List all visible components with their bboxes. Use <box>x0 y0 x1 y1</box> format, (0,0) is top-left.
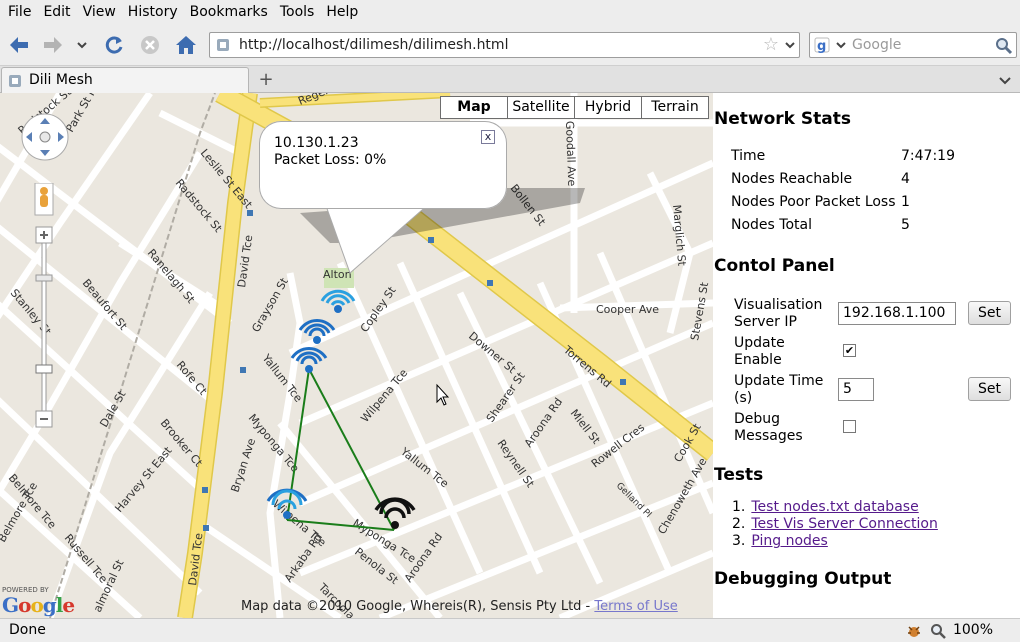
debugging-output-heading: Debugging Output <box>714 569 892 589</box>
tab-dili-mesh[interactable]: Dili Mesh <box>1 67 249 93</box>
stat-label-total: Nodes Total <box>731 217 812 233</box>
svg-text:g: g <box>817 39 826 54</box>
node-marker-5[interactable] <box>374 497 416 529</box>
test-item: 2. Test Vis Server Connection <box>732 516 938 532</box>
history-dropdown-button[interactable] <box>72 32 92 58</box>
search-bar[interactable]: g Google <box>809 32 1017 58</box>
search-icon[interactable] <box>995 37 1013 55</box>
zoom-magnifier-icon[interactable] <box>930 623 946 639</box>
menu-file[interactable]: File <box>2 0 37 24</box>
set-ip-button[interactable]: Set <box>968 301 1011 325</box>
update-enable-label: Update Enable <box>734 335 785 368</box>
zoom-level: 100% <box>952 622 993 638</box>
stat-value-reachable: 4 <box>901 171 910 187</box>
search-input[interactable]: Google <box>852 37 901 53</box>
bookmark-star-icon[interactable]: ☆ <box>763 34 779 55</box>
menu-bookmarks[interactable]: Bookmarks <box>184 0 274 24</box>
url-text: http://localhost/dilimesh/dilimesh.html <box>239 37 509 53</box>
node-marker-3[interactable] <box>290 347 328 373</box>
navigation-toolbar: http://localhost/dilimesh/dilimesh.html … <box>0 24 1020 66</box>
node-marker-2[interactable] <box>298 319 336 344</box>
stat-label-time: Time <box>731 148 766 164</box>
menu-bar: File Edit View History Bookmarks Tools H… <box>0 0 1020 24</box>
url-bar[interactable]: http://localhost/dilimesh/dilimesh.html … <box>209 32 800 58</box>
update-enable-checkbox[interactable]: ✔ <box>843 344 856 357</box>
test-item: 1. Test nodes.txt database <box>732 499 919 515</box>
tests-heading: Tests <box>714 465 764 485</box>
status-text: Done <box>9 622 46 638</box>
test-nodes-db-link[interactable]: Test nodes.txt database <box>751 499 918 515</box>
new-tab-button[interactable]: + <box>256 70 276 90</box>
site-identity-icon <box>217 39 229 51</box>
menu-help[interactable]: Help <box>320 0 364 24</box>
map-view[interactable]: Radstock St Park St North Leslie St East… <box>0 93 713 618</box>
close-icon[interactable]: x <box>481 130 495 144</box>
page-favicon-icon <box>9 75 21 87</box>
mesh-link <box>286 519 395 531</box>
vis-server-ip-input[interactable]: 192.168.1.100 <box>838 302 956 325</box>
stop-button[interactable] <box>137 32 163 58</box>
chevron-down-icon <box>77 42 87 49</box>
node-info-window: 10.130.1.23 Packet Loss: 0% x <box>259 121 507 209</box>
status-bar: Done 100% <box>0 618 1020 642</box>
url-dropdown-icon[interactable] <box>784 39 796 51</box>
stat-value-time: 7:47:19 <box>901 148 955 164</box>
reload-button[interactable] <box>101 32 127 58</box>
set-update-time-button[interactable]: Set <box>968 377 1011 401</box>
forward-arrow-icon <box>44 37 62 53</box>
control-panel-heading: Contol Panel <box>714 256 835 276</box>
update-time-label: Update Time (s) <box>734 373 824 406</box>
debug-messages-checkbox[interactable] <box>843 420 856 433</box>
stat-label-poor: Nodes Poor Packet Loss <box>731 194 896 210</box>
info-node-ip: 10.130.1.23 <box>274 135 359 151</box>
tab-strip: Dili Mesh + <box>0 66 1020 93</box>
info-packet-loss: Packet Loss: 0% <box>274 152 387 168</box>
menu-view[interactable]: View <box>77 0 122 24</box>
side-panel: Network Stats Time 7:47:19 Nodes Reachab… <box>713 93 1020 618</box>
mouse-cursor-icon <box>436 383 450 406</box>
copyright-text: Map data ©2010 Google, Whereis(R), Sensi… <box>241 599 595 614</box>
forward-button[interactable] <box>40 32 66 58</box>
stat-value-poor: 1 <box>901 194 910 210</box>
terms-of-use-link[interactable]: Terms of Use <box>594 599 677 614</box>
tab-list-chevron-icon[interactable] <box>998 73 1012 87</box>
menu-tools[interactable]: Tools <box>274 0 321 24</box>
map-copyright: Map data ©2010 Google, Whereis(R), Sensi… <box>241 599 678 614</box>
home-button[interactable] <box>173 32 199 58</box>
node-marker-4[interactable] <box>266 488 308 519</box>
stat-label-reachable: Nodes Reachable <box>731 171 853 187</box>
menu-history[interactable]: History <box>122 0 184 24</box>
menu-edit[interactable]: Edit <box>37 0 76 24</box>
search-engine-icon[interactable]: g <box>813 36 849 54</box>
reload-icon <box>105 36 123 54</box>
home-icon <box>176 36 196 54</box>
ping-nodes-link[interactable]: Ping nodes <box>751 533 827 549</box>
stop-icon <box>141 36 159 54</box>
back-arrow-icon <box>10 37 28 53</box>
google-logo[interactable]: Google <box>2 593 75 617</box>
vis-server-ip-label: Visualisation Server IP <box>734 297 823 330</box>
back-button[interactable] <box>6 32 32 58</box>
update-time-input[interactable]: 5 <box>838 378 874 401</box>
test-item: 3. Ping nodes <box>732 533 828 549</box>
test-vis-server-link[interactable]: Test Vis Server Connection <box>751 516 938 532</box>
stat-value-total: 5 <box>901 217 910 233</box>
node-marker-1[interactable] <box>320 289 356 313</box>
debug-messages-label: Debug Messages <box>734 411 803 444</box>
tab-title: Dili Mesh <box>29 72 93 88</box>
network-stats-heading: Network Stats <box>714 109 851 129</box>
addon-bug-icon[interactable] <box>906 623 922 639</box>
